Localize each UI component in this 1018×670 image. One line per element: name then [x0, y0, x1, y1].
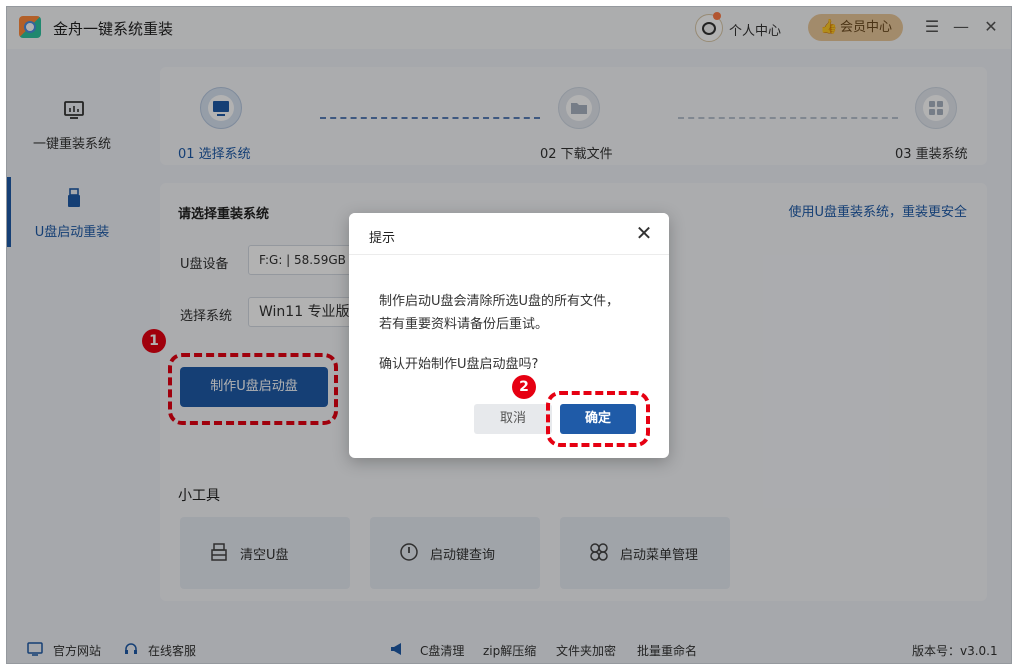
cancel-button[interactable]: 取消 — [474, 404, 552, 434]
dialog-message-line-1: 制作启动U盘会清除所选U盘的所有文件， — [379, 294, 620, 309]
confirm-ok-button[interactable]: 确定 — [560, 404, 636, 434]
dialog-confirm-question: 确认开始制作U盘启动盘吗? — [379, 357, 539, 372]
dialog-header: 提示 ✕ — [349, 213, 669, 255]
step-badge-2: 2 — [512, 375, 536, 399]
close-icon[interactable]: ✕ — [633, 222, 655, 244]
dialog-title: 提示 — [369, 231, 396, 246]
confirm-dialog: 提示 ✕ 制作启动U盘会清除所选U盘的所有文件， 若有重要资料请备份后重试。 确… — [349, 213, 669, 458]
dialog-message-line-2: 若有重要资料请备份后重试。 — [379, 317, 549, 332]
